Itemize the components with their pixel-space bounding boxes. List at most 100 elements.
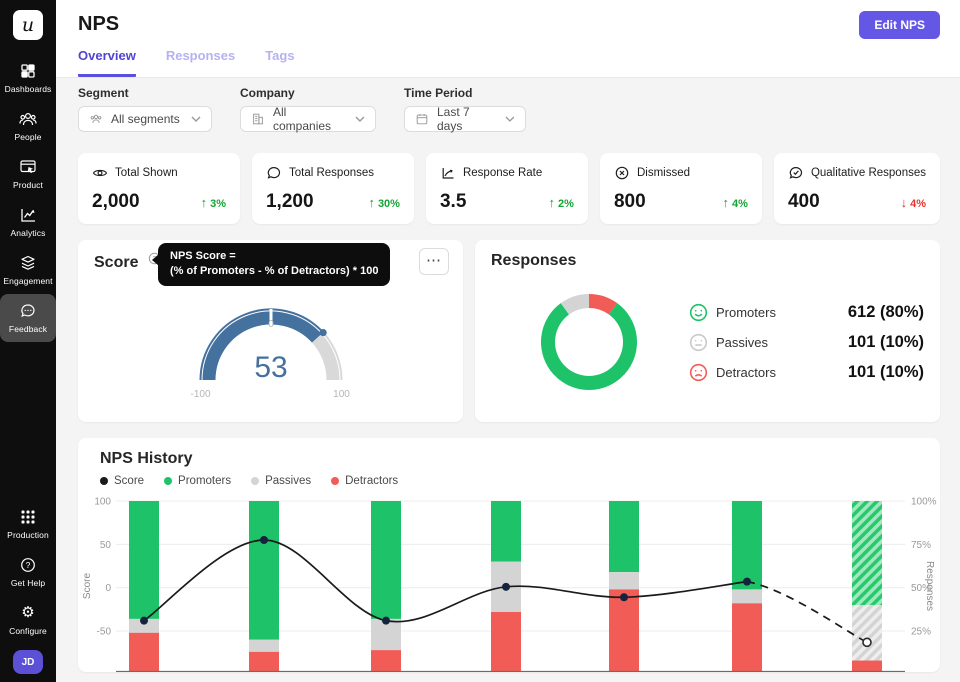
sidebar-item-production[interactable]: Production — [0, 500, 56, 548]
history-bar-promoters[interactable] — [129, 501, 159, 619]
detractor-sad-face-icon — [689, 363, 708, 382]
stat-card-response-rate: Response Rate 3.5 ↑2% — [426, 153, 588, 224]
legend-label: Passives — [716, 335, 812, 350]
score-card-menu-button[interactable]: ⋯ — [419, 248, 449, 275]
time-period-filter: Time Period Last 7 days — [404, 86, 526, 132]
sidebar-item-product[interactable]: Product — [0, 150, 56, 198]
nps-formula-tooltip: NPS Score = (% of Promoters - % of Detra… — [158, 243, 390, 286]
legend-value: 101 (10%) — [812, 333, 924, 352]
stat-delta: ↑4% — [723, 195, 748, 210]
sidebar-item-configure[interactable]: ⚙ Configure — [0, 596, 56, 644]
legend-item-detractors[interactable]: Detractors — [331, 475, 398, 487]
legend-dot — [251, 477, 259, 485]
sidebar-item-engagement[interactable]: Engagement — [0, 246, 56, 294]
userpilot-logo[interactable]: u — [13, 10, 43, 40]
legend-item-promoters[interactable]: Promoters — [164, 475, 231, 487]
main-area: NPS Edit NPS Overview Responses Tags Seg… — [56, 0, 960, 682]
score-point[interactable] — [743, 578, 751, 586]
score-forecast-line — [747, 582, 867, 643]
chevron-down-icon — [191, 116, 201, 122]
nps-score-gauge: -100100053 — [161, 280, 381, 400]
history-bar-passives[interactable] — [732, 589, 762, 603]
score-point[interactable] — [502, 583, 510, 591]
sidebar-item-label: Product — [13, 180, 43, 190]
stat-delta: ↑30% — [368, 195, 400, 210]
history-bar-detractors[interactable] — [371, 650, 401, 672]
legend-item-passives[interactable]: Passives — [251, 475, 311, 487]
tab-responses[interactable]: Responses — [166, 48, 235, 77]
sidebar-item-label: Dashboards — [5, 84, 52, 94]
legend-value: 101 (10%) — [812, 363, 924, 382]
left-axis-tick: 0 — [105, 583, 111, 594]
edit-nps-button[interactable]: Edit NPS — [859, 11, 940, 39]
score-point[interactable] — [620, 593, 628, 601]
history-bar-detractors[interactable] — [249, 652, 279, 672]
tab-overview[interactable]: Overview — [78, 48, 136, 77]
nps-history-chart: 100100%5075%050%-5025%ScoreResponses — [78, 491, 940, 672]
history-bar-detractors[interactable] — [129, 633, 159, 672]
engagement-layers-icon — [18, 253, 38, 273]
tab-tags[interactable]: Tags — [265, 48, 294, 77]
nps-history-title: NPS History — [100, 450, 192, 468]
history-bar-detractors[interactable] — [852, 661, 882, 672]
trend-arrow-icon: ↑ — [368, 195, 375, 210]
legend-dot — [331, 477, 339, 485]
company-filter-label: Company — [240, 86, 376, 100]
history-bar-passives[interactable] — [852, 605, 882, 660]
stat-delta: ↑3% — [201, 195, 226, 210]
history-bar-detractors[interactable] — [732, 603, 762, 672]
gauge-mid-label: 0 — [268, 319, 274, 330]
user-avatar[interactable]: JD — [13, 650, 43, 674]
stat-label: Total Shown — [115, 167, 178, 179]
nps-history-card: NPS History Score Promoters Passives Det… — [78, 438, 940, 672]
sidebar-item-get-help[interactable]: ? Get Help — [0, 548, 56, 596]
time-period-filter-label: Time Period — [404, 86, 526, 100]
history-bar-detractors[interactable] — [609, 589, 639, 672]
sidebar-item-people[interactable]: People — [0, 102, 56, 150]
sidebar-item-analytics[interactable]: Analytics — [0, 198, 56, 246]
donut-slice-passives[interactable] — [565, 301, 589, 309]
company-filter: Company All companies — [240, 86, 376, 132]
history-bar-promoters[interactable] — [732, 501, 762, 589]
history-bar-promoters[interactable] — [249, 501, 279, 640]
qualitative-bubble-check-icon — [788, 165, 804, 181]
segment-filter-label: Segment — [78, 86, 212, 100]
history-bar-passives[interactable] — [609, 572, 639, 589]
people-icon — [18, 109, 38, 129]
stat-value: 400 — [788, 191, 820, 213]
gauge-min-label: -100 — [190, 389, 210, 400]
score-card: Score ? NPS Score = (% of Promoters - % … — [78, 240, 463, 422]
score-forecast-point[interactable] — [863, 638, 871, 646]
score-point[interactable] — [382, 617, 390, 625]
legend-item-score[interactable]: Score — [100, 475, 144, 487]
score-card-title: Score — [94, 254, 138, 272]
history-bar-promoters[interactable] — [852, 501, 882, 605]
eye-icon — [92, 165, 108, 181]
page-header: NPS Edit NPS — [56, 0, 960, 42]
segment-select[interactable]: All segments — [78, 106, 212, 132]
sidebar-item-feedback[interactable]: Feedback — [0, 294, 56, 342]
stat-delta: ↑2% — [549, 195, 574, 210]
dashboards-grid-icon — [18, 61, 38, 81]
donut-slice-detractors[interactable] — [589, 301, 613, 309]
history-bar-promoters[interactable] — [371, 501, 401, 619]
history-bar-detractors[interactable] — [491, 612, 521, 672]
time-period-select[interactable]: Last 7 days — [404, 106, 526, 132]
gauge-value-marker — [319, 329, 326, 336]
trend-arrow-icon: ↓ — [901, 195, 908, 210]
sidebar-item-label: Get Help — [11, 578, 45, 588]
company-select[interactable]: All companies — [240, 106, 376, 132]
production-grid-icon — [18, 507, 38, 527]
sidebar-item-dashboards[interactable]: Dashboards — [0, 54, 56, 102]
history-bar-promoters[interactable] — [609, 501, 639, 572]
sidebar-nav: Dashboards People Product Analytics Enga… — [0, 54, 56, 342]
sidebar-item-label: People — [14, 132, 41, 142]
history-bar-passives[interactable] — [249, 640, 279, 652]
donut-slice-promoters[interactable] — [548, 309, 630, 383]
history-bar-promoters[interactable] — [491, 501, 521, 562]
stat-label: Total Responses — [289, 167, 374, 179]
stat-label: Qualitative Responses — [811, 167, 926, 179]
score-point[interactable] — [260, 536, 268, 544]
score-point[interactable] — [140, 617, 148, 625]
gauge-value-text: 53 — [254, 351, 287, 384]
